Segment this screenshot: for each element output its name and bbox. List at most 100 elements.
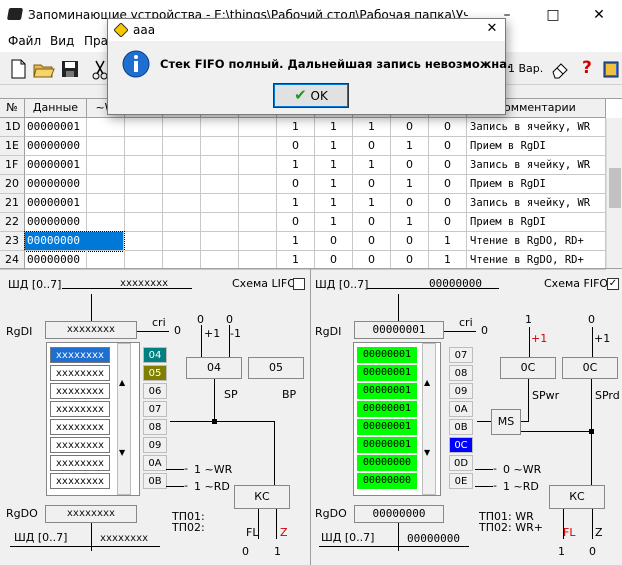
close-button[interactable]: ✕ <box>576 0 622 30</box>
menu-edit[interactable]: Пра <box>84 34 108 48</box>
empty-cell[interactable] <box>87 156 125 175</box>
row-number-cell[interactable]: 23 <box>0 232 25 251</box>
maximize-button[interactable]: □ <box>530 0 576 30</box>
table-row[interactable]: 1D 00000001 1 1 1 0 0 Запись в ячейку, WR <box>0 118 606 137</box>
empty-cell[interactable] <box>163 213 201 232</box>
comment-cell[interactable]: Прием в RgDI <box>467 175 606 194</box>
signal-cell[interactable]: 1 <box>315 194 353 213</box>
row-number-cell[interactable]: 22 <box>0 213 25 232</box>
empty-cell[interactable] <box>239 156 277 175</box>
eraser-icon[interactable] <box>548 57 572 81</box>
comment-cell[interactable]: Прием в RgDI <box>467 213 606 232</box>
row-number-cell[interactable]: 1D <box>0 118 25 137</box>
table-row[interactable]: 23 00000000 1 0 0 0 1 Чтение в RgDO, RD+ <box>0 231 606 252</box>
empty-cell[interactable] <box>239 232 277 251</box>
signal-cell[interactable]: 0 <box>429 194 467 213</box>
signal-cell[interactable]: 1 <box>315 156 353 175</box>
signal-cell[interactable]: 1 <box>353 118 391 137</box>
signal-cell[interactable]: 1 <box>315 175 353 194</box>
comment-cell[interactable]: Прием в RgDI <box>467 137 606 156</box>
comment-cell[interactable]: Запись в ячейку, WR <box>467 118 606 137</box>
empty-cell[interactable] <box>239 194 277 213</box>
signal-cell[interactable]: 1 <box>353 194 391 213</box>
empty-cell[interactable] <box>163 232 201 251</box>
signal-cell[interactable]: 0 <box>391 118 429 137</box>
empty-cell[interactable] <box>239 213 277 232</box>
signal-cell[interactable]: 0 <box>277 213 315 232</box>
empty-cell[interactable] <box>125 213 163 232</box>
signal-cell[interactable]: 0 <box>429 156 467 175</box>
data-cell[interactable]: 00000000 <box>25 175 87 194</box>
empty-cell[interactable] <box>201 175 239 194</box>
row-number-cell[interactable]: 21 <box>0 194 25 213</box>
empty-cell[interactable] <box>125 118 163 137</box>
empty-cell[interactable] <box>163 137 201 156</box>
variant-label[interactable]: 1 Вар. <box>508 62 543 75</box>
signal-cell[interactable]: 1 <box>429 232 467 251</box>
signal-cell[interactable]: 0 <box>353 232 391 251</box>
table-row[interactable]: 22 00000000 0 1 0 1 0 Прием в RgDI <box>0 213 606 232</box>
menu-file[interactable]: Файл <box>8 34 41 48</box>
scrollbar-thumb[interactable] <box>609 168 621 208</box>
table-scrollbar[interactable] <box>606 118 622 269</box>
row-number-cell[interactable]: 1F <box>0 156 25 175</box>
table-row[interactable]: 1E 00000000 0 1 0 1 0 Прием в RgDI <box>0 137 606 156</box>
signal-cell[interactable]: 0 <box>315 232 353 251</box>
help-icon[interactable]: ? <box>582 58 592 78</box>
save-icon[interactable] <box>58 57 82 81</box>
table-row[interactable]: 20 00000000 0 1 0 1 0 Прием в RgDI <box>0 175 606 194</box>
table-row[interactable]: 21 00000001 1 1 1 0 0 Запись в ячейку, WR <box>0 194 606 213</box>
signal-cell[interactable]: 1 <box>391 137 429 156</box>
empty-cell[interactable] <box>239 175 277 194</box>
empty-cell[interactable] <box>163 194 201 213</box>
book-icon[interactable] <box>600 57 622 81</box>
empty-cell[interactable] <box>201 194 239 213</box>
empty-cell[interactable] <box>163 156 201 175</box>
signal-cell[interactable]: 1 <box>315 137 353 156</box>
ok-button[interactable]: ✔ OK <box>273 83 349 108</box>
signal-cell[interactable]: 1 <box>391 175 429 194</box>
signal-cell[interactable]: 1 <box>353 156 391 175</box>
empty-cell[interactable] <box>201 156 239 175</box>
comment-cell[interactable]: Запись в ячейку, WR <box>467 156 606 175</box>
signal-cell[interactable]: 0 <box>429 118 467 137</box>
data-cell[interactable]: 00000000 <box>25 137 87 156</box>
empty-cell[interactable] <box>87 118 125 137</box>
data-cell[interactable]: 00000001 <box>25 118 87 137</box>
empty-cell[interactable] <box>201 213 239 232</box>
empty-cell[interactable] <box>87 194 125 213</box>
empty-cell[interactable] <box>163 175 201 194</box>
lifo-stack-scrollbar[interactable]: ▲ ▼ <box>117 343 131 495</box>
signal-cell[interactable]: 1 <box>277 232 315 251</box>
empty-cell[interactable] <box>125 137 163 156</box>
scroll-up-icon[interactable]: ▲ <box>424 378 430 387</box>
comment-cell[interactable]: Запись в ячейку, WR <box>467 194 606 213</box>
signal-cell[interactable]: 0 <box>391 232 429 251</box>
empty-cell[interactable] <box>125 175 163 194</box>
data-cell[interactable]: 00000000 <box>24 231 125 252</box>
signal-cell[interactable]: 0 <box>353 137 391 156</box>
signal-cell[interactable]: 0 <box>429 213 467 232</box>
signal-cell[interactable]: 0 <box>391 156 429 175</box>
table-row[interactable]: 1F 00000001 1 1 1 0 0 Запись в ячейку, WR <box>0 156 606 175</box>
empty-cell[interactable] <box>239 118 277 137</box>
scroll-up-icon[interactable]: ▲ <box>119 378 125 387</box>
signal-cell[interactable]: 0 <box>277 137 315 156</box>
signal-cell[interactable]: 1 <box>277 118 315 137</box>
empty-cell[interactable] <box>125 156 163 175</box>
signal-cell[interactable]: 1 <box>391 213 429 232</box>
open-folder-icon[interactable] <box>32 57 56 81</box>
signal-cell[interactable]: 0 <box>429 137 467 156</box>
signal-cell[interactable]: 0 <box>277 175 315 194</box>
empty-cell[interactable] <box>87 137 125 156</box>
signal-cell[interactable]: 0 <box>429 175 467 194</box>
new-file-icon[interactable] <box>6 57 30 81</box>
data-cell[interactable]: 00000001 <box>25 156 87 175</box>
signal-cell[interactable]: 1 <box>277 194 315 213</box>
empty-cell[interactable] <box>201 137 239 156</box>
row-number-cell[interactable]: 1E <box>0 137 25 156</box>
signal-cell[interactable]: 1 <box>315 118 353 137</box>
empty-cell[interactable] <box>201 232 239 251</box>
row-number-cell[interactable]: 20 <box>0 175 25 194</box>
comment-cell[interactable]: Чтение в RgDO, RD+ <box>467 232 606 251</box>
